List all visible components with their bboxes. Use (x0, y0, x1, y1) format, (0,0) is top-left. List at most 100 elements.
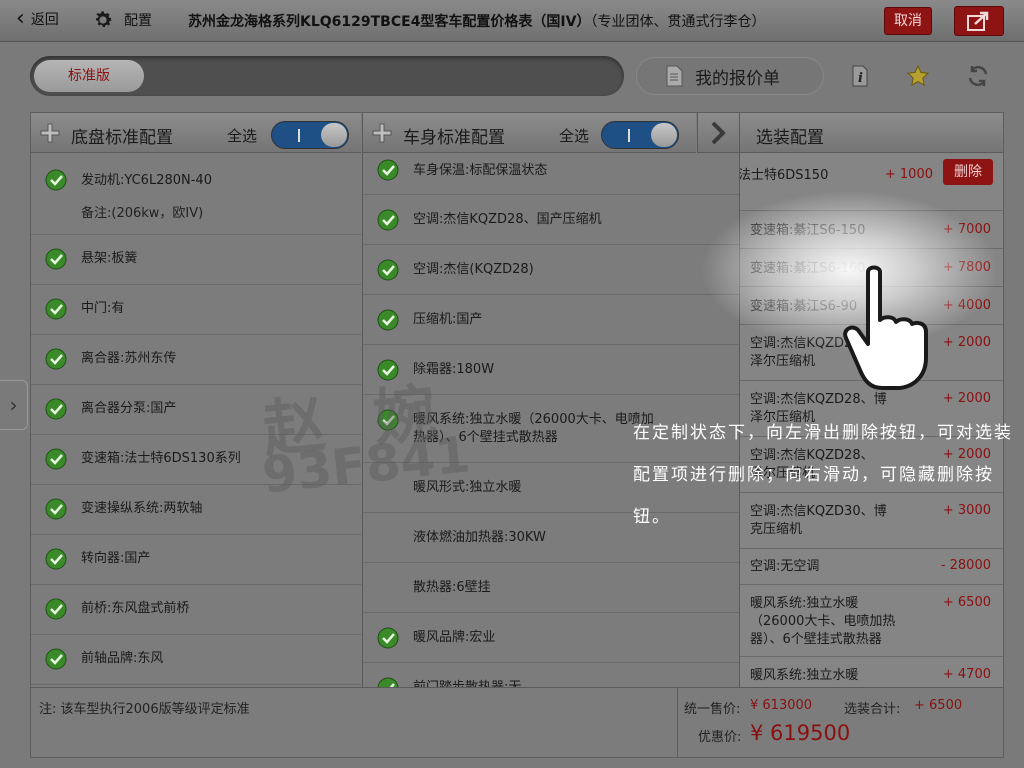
list-item[interactable]: 转向器:国产 (31, 535, 361, 585)
list-item[interactable]: 空调:杰信KQZD28、博 泽尔压缩机 + 2000 (740, 381, 1003, 437)
list-item[interactable]: 压缩机:国产 (363, 295, 739, 345)
list-item[interactable]: 除霜器:180W (363, 345, 739, 395)
list-item[interactable]: 暖风系统:独立水暖 （26000大卡、电喷加热 器）、6个壁挂式散热器 + 65… (740, 585, 1003, 657)
item-price: + 6500 (942, 595, 991, 610)
item-label: 暖风形式:独立水暖 (413, 480, 522, 495)
check-icon (377, 259, 399, 281)
list-item[interactable]: 空调:无空调 - 28000 (740, 549, 1003, 585)
list-item[interactable]: 空调:杰信KQZD28、 泽尔压缩机 + 2000 (740, 437, 1003, 493)
star-icon[interactable] (906, 64, 930, 88)
item-price: + 4000 (942, 298, 991, 313)
check-icon (45, 398, 67, 420)
item-label: 变速箱:綦江S6-160 (750, 261, 866, 276)
config-button[interactable]: 配置 (92, 9, 152, 31)
discount-price-label: 优惠价: (698, 730, 742, 745)
item-label-line2: （26000大卡、电喷加热 (750, 614, 896, 629)
back-label: 返回 (30, 12, 59, 28)
check-icon (377, 627, 399, 649)
list-item[interactable]: 前桥:东风盘式前桥 (31, 585, 361, 635)
list-item[interactable]: 空调:杰信KQZD28、 泽尔压缩机 + 2000 (740, 325, 1003, 381)
item-label: 车身保温:标配保温状态 (413, 163, 548, 178)
list-item[interactable]: 法士特6DS150 + 1000 删除 (740, 153, 1003, 211)
chassis-title: 底盘标准配置 (71, 128, 173, 148)
list-item[interactable]: 变速箱:綦江S6-150 + 7000 (740, 211, 1003, 249)
item-label: 空调:杰信KQZD28、博 (750, 392, 887, 407)
item-label-line2: 热器）、6个壁挂式散热器 (413, 430, 558, 445)
list-item[interactable]: 前轴品牌:东风 (31, 635, 361, 685)
page-title: 苏州金龙海格系列KLQ6129TBCE4型客车配置价格表（国IV）（专业团体、贯… (188, 11, 765, 31)
chevron-right-icon (711, 121, 726, 145)
unified-price-value: ¥ 613000 (750, 698, 813, 713)
info-icon[interactable]: i (848, 64, 872, 88)
list-item[interactable]: 空调:杰信KQZD28、国产压缩机 (363, 195, 739, 245)
footnote: 注: 该车型执行2006版等级评定标准 (39, 702, 250, 717)
list-item[interactable]: 液体燃油加热器:30KW (363, 513, 739, 563)
list-item[interactable]: 散热器:6壁挂 (363, 563, 739, 613)
check-icon (45, 598, 67, 620)
list-item[interactable]: 暖风系统:独立水暖（26000大卡、电喷加 热器）、6个壁挂式散热器 (363, 395, 739, 463)
list-item[interactable]: 变速箱:綦江S6-90 + 4000 (740, 287, 1003, 325)
config-label: 配置 (124, 13, 152, 29)
share-button[interactable] (954, 6, 1004, 36)
back-button[interactable]: ‹ 返回 (16, 6, 59, 31)
item-label: 暖风系统:独立水暖 (750, 596, 859, 611)
list-item[interactable]: 空调:杰信(KQZD28) (363, 245, 739, 295)
check-icon (45, 498, 67, 520)
list-item[interactable]: 暖风品牌:宏业 (363, 613, 739, 663)
chevron-left-icon: ‹ (16, 6, 25, 31)
item-price: + 1000 (884, 167, 933, 182)
my-quote-label: 我的报价单 (695, 68, 780, 89)
side-drawer-handle[interactable]: › (0, 380, 28, 430)
chassis-column-header: 底盘标准配置 全选 (31, 113, 361, 153)
expand-column-button[interactable] (697, 113, 739, 153)
check-icon (377, 359, 399, 381)
list-item[interactable]: 车身保温:标配保温状态 (363, 153, 739, 195)
list-item[interactable]: 变速箱:綦江S6-160 + 7800 (740, 249, 1003, 287)
list-item[interactable]: 暖风形式:独立水暖 (363, 463, 739, 513)
list-item[interactable]: 离合器:苏州东传 (31, 335, 361, 385)
plus-icon[interactable] (39, 122, 61, 144)
list-item[interactable]: 中门:有 (31, 285, 361, 335)
item-label: 离合器分泵:国产 (81, 401, 177, 416)
refresh-icon[interactable] (966, 64, 990, 88)
share-icon (967, 11, 989, 31)
list-item[interactable]: 变速操纵系统:两软轴 (31, 485, 361, 535)
optional-total-label: 选装合计: (844, 702, 901, 717)
item-label: 变速箱:法士特6DS130系列 (81, 451, 241, 466)
delete-button[interactable]: 删除 (943, 159, 993, 185)
standard-version-tab[interactable]: 标准版 (34, 60, 144, 92)
item-label-line3: 器）、6个壁挂式散热器 (750, 632, 882, 647)
item-price: + 7800 (942, 260, 991, 275)
item-label: 空调:杰信KQZD28、 (750, 336, 874, 351)
config-panel: 底盘标准配置 全选 车身标准配置 全选 选装配置 发动机:YC6L280N-40… (30, 112, 1004, 758)
item-label: 前轴品牌:东风 (81, 651, 164, 666)
my-quote-button[interactable]: 我的报价单 (636, 57, 824, 95)
item-label: 除霜器:180W (413, 362, 495, 377)
list-item[interactable]: 悬架:板簧 (31, 235, 361, 285)
gear-icon (96, 11, 112, 28)
check-icon (377, 209, 399, 231)
item-label: 暖风系统:独立水暖 (750, 668, 859, 683)
chassis-select-all-toggle[interactable] (271, 121, 349, 149)
list-item[interactable]: 前门踏步散热器:无 (363, 663, 739, 687)
item-label: 中门:有 (81, 301, 125, 316)
item-label: 变速箱:綦江S6-90 (750, 299, 858, 314)
item-label-line2: 泽尔压缩机 (750, 354, 816, 369)
item-price: + 4700 (942, 667, 991, 682)
item-label: 法士特6DS150 (739, 168, 829, 183)
body-title: 车身标准配置 (403, 128, 505, 148)
list-item[interactable]: 空调:杰信KQZD30、博 克压缩机 + 3000 (740, 493, 1003, 549)
list-item[interactable]: 离合器分泵:国产 (31, 385, 361, 435)
list-item[interactable]: 暖风系统:独立水暖 + 4700 (740, 657, 1003, 687)
list-item[interactable]: 发动机:YC6L280N-40 备注:(206kw，欧IV) (31, 153, 361, 235)
plus-icon[interactable] (371, 122, 393, 144)
item-price: + 7000 (942, 222, 991, 237)
top-bar: ‹ 返回 配置 苏州金龙海格系列KLQ6129TBCE4型客车配置价格表（国IV… (0, 0, 1024, 42)
cancel-button[interactable]: 取消 (884, 7, 932, 35)
check-icon (45, 448, 67, 470)
body-select-all-toggle[interactable] (601, 121, 679, 149)
body-list: 车身保温:标配保温状态 空调:杰信KQZD28、国产压缩机 空调:杰信(KQZD… (362, 153, 739, 687)
list-item[interactable]: 变速箱:法士特6DS130系列 (31, 435, 361, 485)
optional-title: 选装配置 (756, 128, 824, 148)
item-label-line2: 泽尔压缩机 (750, 410, 816, 425)
